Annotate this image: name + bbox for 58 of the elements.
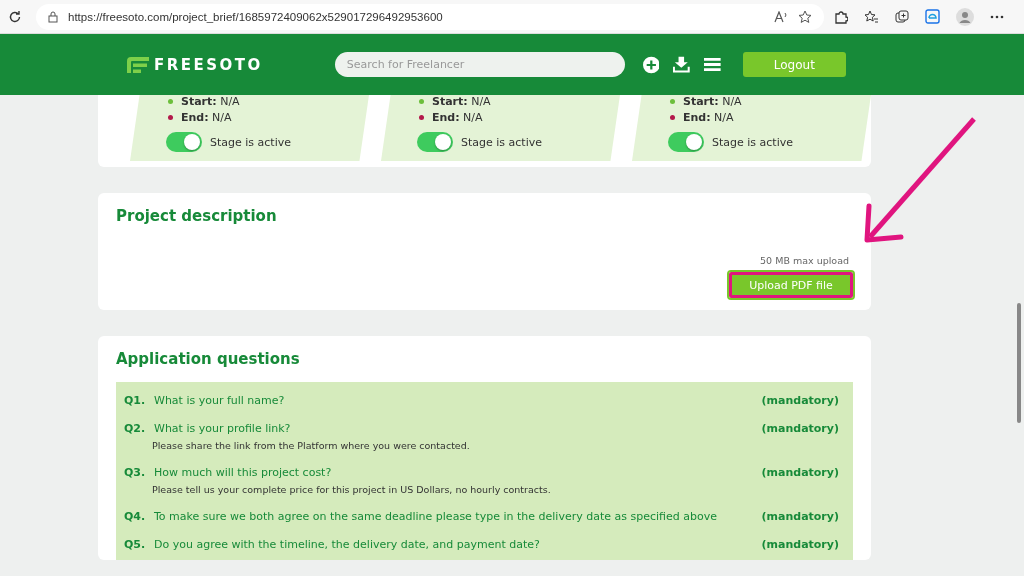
mandatory-tag: (mandatory) <box>761 422 839 435</box>
browser-icon[interactable] <box>925 9 940 24</box>
mandatory-tag: (mandatory) <box>761 466 839 479</box>
bullet-icon <box>419 115 424 120</box>
mandatory-tag: (mandatory) <box>761 538 839 551</box>
add-icon[interactable] <box>642 55 660 74</box>
mandatory-tag: (mandatory) <box>761 510 839 523</box>
end-date: End: N/A <box>432 111 483 124</box>
search-field[interactable]: Search for Freelancer <box>334 52 625 77</box>
question-number: Q1. <box>124 394 147 407</box>
bullet-icon <box>168 99 173 104</box>
logo-text: FREESOTO <box>154 55 263 74</box>
puzzle-icon[interactable] <box>834 9 848 24</box>
end-date: End: N/A <box>181 111 232 124</box>
lock-icon <box>48 10 58 23</box>
question-hint: Please share the link from the Platform where you were contacted. <box>152 440 471 451</box>
bullet-icon <box>670 99 675 104</box>
end-date: End: N/A <box>683 111 734 124</box>
address-bar[interactable]: https://freesoto.com/project_brief/1685972409062x529017296492953600 <box>36 3 824 30</box>
toggle-label: Stage is active <box>210 135 291 149</box>
question-text: How much will this project cost? <box>154 466 333 479</box>
download-icon[interactable] <box>673 56 690 73</box>
more-icon[interactable] <box>990 14 1004 19</box>
toggle-label: Stage is active <box>712 135 793 149</box>
avatar-icon[interactable] <box>956 7 974 26</box>
section-title: Project description <box>116 207 278 225</box>
read-aloud-icon[interactable] <box>774 10 788 23</box>
bullet-icon <box>670 115 675 120</box>
bullet-icon <box>419 99 424 104</box>
toggle-switch[interactable] <box>668 132 704 152</box>
logo-icon <box>126 55 150 74</box>
question-text: Do you agree with the timeline, the delivery date, and payment date? <box>154 538 541 551</box>
toggle-switch[interactable] <box>417 132 453 152</box>
upload-button[interactable]: Upload PDF file <box>729 272 853 298</box>
toggle-label: Stage is active <box>461 135 542 149</box>
question-number: Q5. <box>124 538 147 551</box>
logout-button[interactable]: Logout <box>742 52 846 77</box>
bullet-icon <box>168 115 173 120</box>
question-text: To make sure we both agree on the same deadline please type in the delivery date as specified above <box>154 510 718 523</box>
question-number: Q2. <box>124 422 147 435</box>
menu-icon[interactable] <box>704 57 721 72</box>
start-date: Start: N/A <box>181 95 240 108</box>
question-text: What is your full name? <box>154 394 286 407</box>
question-hint: Please tell us your complete price for this project in US Dollars, no hourly contracts. <box>152 484 552 495</box>
start-date: Start: N/A <box>432 95 491 108</box>
collections-icon[interactable] <box>895 9 909 24</box>
section-title: Application questions <box>116 350 301 368</box>
scrollbar-thumb[interactable] <box>1017 303 1021 423</box>
reload-icon[interactable] <box>8 9 22 24</box>
mandatory-tag: (mandatory) <box>761 394 839 407</box>
start-date: Start: N/A <box>683 95 742 108</box>
question-text: What is your profile link? <box>154 422 292 435</box>
question-number: Q4. <box>124 510 147 523</box>
upload-limit: 50 MB max upload <box>760 255 849 266</box>
question-number: Q3. <box>124 466 147 479</box>
toggle-switch[interactable] <box>166 132 202 152</box>
star-icon[interactable] <box>798 9 812 24</box>
favorites-icon[interactable] <box>864 9 879 24</box>
